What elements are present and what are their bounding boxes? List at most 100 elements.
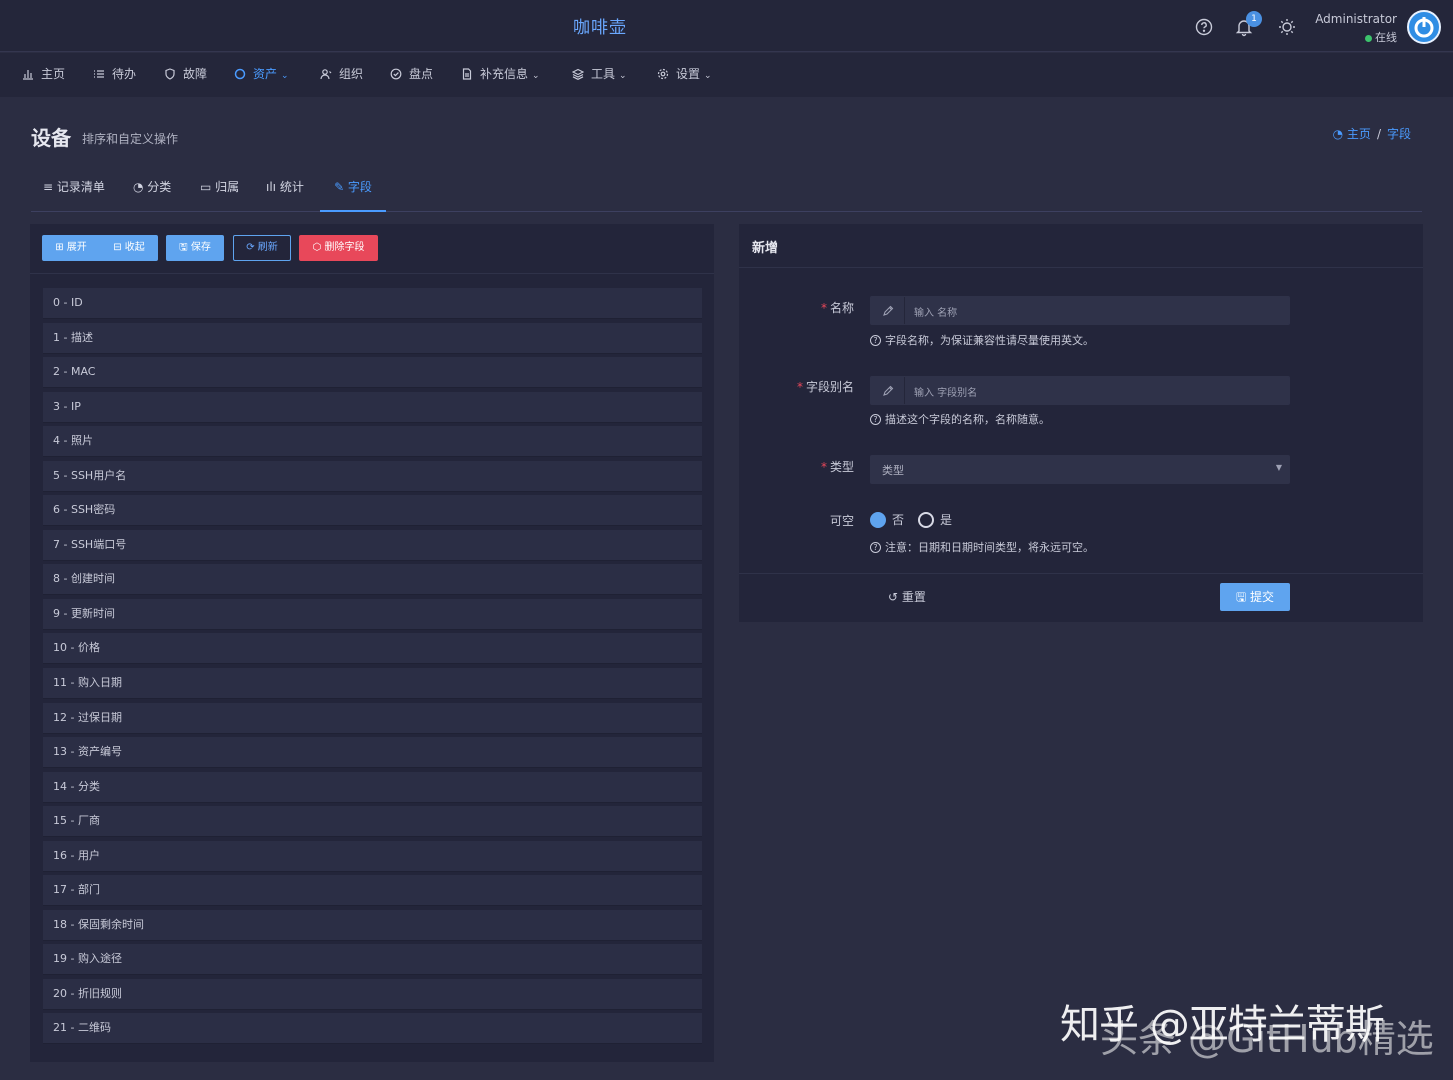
list-item[interactable]: 13 - 资产编号 — [43, 737, 702, 769]
pencil-icon — [881, 384, 895, 398]
top-bar: 咖啡壶 1 Administrator 在线 — [0, 0, 1453, 52]
user-icon — [320, 68, 332, 80]
name-input[interactable]: 输入 名称 — [870, 296, 1290, 325]
check-circle-icon — [390, 68, 402, 80]
online-dot — [1365, 34, 1372, 42]
page-title: 设备 — [31, 126, 71, 150]
alias-help-text: 描述这个字段的名称，名称随意。 — [885, 413, 1050, 426]
list-item[interactable]: 10 - 价格 — [43, 633, 702, 665]
list-item[interactable]: 17 - 部门 — [43, 875, 702, 907]
name-label: * 名称 — [820, 301, 854, 315]
nav-item-label: 盘点 — [409, 67, 434, 81]
list-item[interactable]: 7 - SSH端口号 — [43, 529, 702, 561]
bell-icon[interactable]: 1 — [1234, 11, 1262, 37]
save-button[interactable]: 🖫 保存 — [166, 235, 224, 261]
help-icon[interactable] — [1194, 17, 1214, 37]
submit-button[interactable]: 🖫 提交 — [1220, 583, 1290, 611]
list-item[interactable]: 2 - MAC — [43, 357, 702, 389]
nav-item-todo[interactable]: 待办 — [93, 53, 136, 97]
list-item[interactable]: 12 - 过保日期 — [43, 702, 702, 734]
nav-item-extra-info[interactable]: 补充信息 ⌄ — [461, 53, 540, 97]
nullable-yes-radio[interactable]: 是 — [918, 511, 952, 528]
nav-item-label: 资产 — [253, 67, 278, 81]
type-select-value: 类型 — [882, 464, 904, 477]
avatar[interactable] — [1407, 10, 1441, 44]
tab-statistics[interactable]: ılı 统计 — [266, 168, 304, 212]
list-item[interactable]: 0 - ID — [43, 288, 702, 319]
nullable-no-label: 否 — [892, 513, 905, 527]
list-item[interactable]: 15 - 厂商 — [43, 806, 702, 838]
field-toolbar: ⊞ 展开 ⊟ 收起 🖫 保存 ⟳ 刷新 ⬡ 删除字段 — [30, 224, 714, 274]
layers-icon — [572, 68, 584, 80]
tab-category[interactable]: ◔ 分类 — [133, 168, 171, 212]
alias-help: ? 描述这个字段的名称，名称随意。 — [870, 411, 1050, 427]
nullable-help-text: 注意：日期和日期时间类型，将永远可空。 — [885, 541, 1094, 554]
question-icon: ? — [870, 334, 881, 346]
list-item[interactable]: 20 - 折旧规则 — [43, 978, 702, 1010]
nav-item-inventory[interactable]: 盘点 — [390, 53, 433, 97]
nav-item-tools[interactable]: 工具 ⌄ — [572, 53, 627, 97]
list-item[interactable]: 8 - 创建时间 — [43, 564, 702, 596]
type-select[interactable]: 类型 ▼ — [870, 455, 1290, 484]
nav-item-settings[interactable]: 设置 ⌄ — [657, 53, 712, 97]
theme-sun-icon[interactable] — [1277, 17, 1297, 37]
list-item[interactable]: 11 - 购入日期 — [43, 668, 702, 700]
user-status-text: 在线 — [1375, 31, 1397, 44]
question-icon: ? — [870, 413, 881, 425]
tab-ownership[interactable]: ▭ 归属 — [200, 168, 239, 212]
list-item[interactable]: 16 - 用户 — [43, 840, 702, 872]
nav-item-home[interactable]: 主页 — [22, 53, 65, 97]
caret-down-icon: ▼ — [1275, 463, 1282, 472]
list-item[interactable]: 4 - 照片 — [43, 426, 702, 458]
submit-label: 提交 — [1250, 590, 1275, 604]
power-icon — [1414, 17, 1434, 38]
nav-item-assets[interactable]: 资产 ⌄ — [234, 53, 289, 97]
name-help-text: 字段名称，为保证兼容性请尽量使用英文。 — [885, 334, 1094, 347]
panel-title: 新增 — [752, 241, 779, 256]
alias-input[interactable]: 输入 字段别名 — [870, 376, 1290, 405]
undo-icon: ↺ — [888, 590, 902, 604]
list-item[interactable]: 3 - IP — [43, 391, 702, 423]
type-label-text: 类型 — [829, 460, 854, 474]
app-title: 咖啡壶 — [573, 18, 627, 38]
nav-item-label: 补充信息 — [480, 67, 529, 81]
list-item[interactable]: 19 - 购入途径 — [43, 944, 702, 976]
radio-checked[interactable] — [870, 511, 886, 528]
top-actions: 1 Administrator 在线 — [1183, 0, 1453, 52]
list-item[interactable]: 18 - 保固剩余时间 — [43, 909, 702, 941]
nav-item-label: 设置 — [676, 67, 701, 81]
input-divider — [904, 377, 905, 404]
list-item[interactable]: 5 - SSH用户名 — [43, 460, 702, 492]
delete-field-button[interactable]: ⬡ 删除字段 — [299, 235, 378, 261]
name-label-text: 名称 — [829, 301, 854, 315]
collapse-button[interactable]: ⊟ 收起 — [100, 235, 158, 261]
list-item[interactable]: 9 - 更新时间 — [43, 598, 702, 630]
notification-badge: 1 — [1246, 11, 1262, 27]
list-item[interactable]: 1 - 描述 — [43, 322, 702, 354]
tab-fields[interactable]: ✎ 字段 — [320, 168, 386, 212]
field-list: 0 - ID 1 - 描述 2 - MAC 3 - IP 4 - 照片 5 - … — [43, 288, 702, 1048]
nullable-help: ? 注意：日期和日期时间类型，将永远可空。 — [870, 539, 1094, 555]
refresh-button[interactable]: ⟳ 刷新 — [233, 235, 291, 261]
list-item[interactable]: 21 - 二维码 — [43, 1013, 702, 1045]
nav-item-label: 故障 — [183, 67, 208, 81]
tab-record-list[interactable]: ≡ 记录清单 — [43, 168, 105, 212]
type-label: * 类型 — [820, 460, 854, 474]
breadcrumb-home[interactable]: 主页 — [1347, 127, 1371, 141]
alias-label-text: 字段别名 — [805, 380, 854, 394]
breadcrumb: ◔ 主页 / 字段 — [1333, 125, 1411, 142]
list-item[interactable]: 14 - 分类 — [43, 771, 702, 803]
list-item[interactable]: 6 - SSH密码 — [43, 495, 702, 527]
expand-button[interactable]: ⊞ 展开 — [42, 235, 100, 261]
panel-header: 新增 — [739, 224, 1423, 268]
radio-unchecked[interactable] — [918, 511, 934, 528]
nav-item-fault[interactable]: 故障 — [164, 53, 207, 97]
nullable-no-radio[interactable]: 否 — [870, 511, 905, 528]
field-list-panel: ⊞ 展开 ⊟ 收起 🖫 保存 ⟳ 刷新 ⬡ 删除字段 0 - ID 1 - 描述… — [30, 224, 714, 1062]
nav-item-label: 主页 — [41, 67, 66, 81]
page-subtitle: 排序和自定义操作 — [82, 132, 179, 146]
nav-item-org[interactable]: 组织 — [320, 53, 363, 97]
user-name[interactable]: Administrator — [1315, 12, 1397, 26]
reset-button[interactable]: ↺ 重置 — [872, 583, 942, 611]
alias-label: * 字段别名 — [796, 380, 854, 394]
